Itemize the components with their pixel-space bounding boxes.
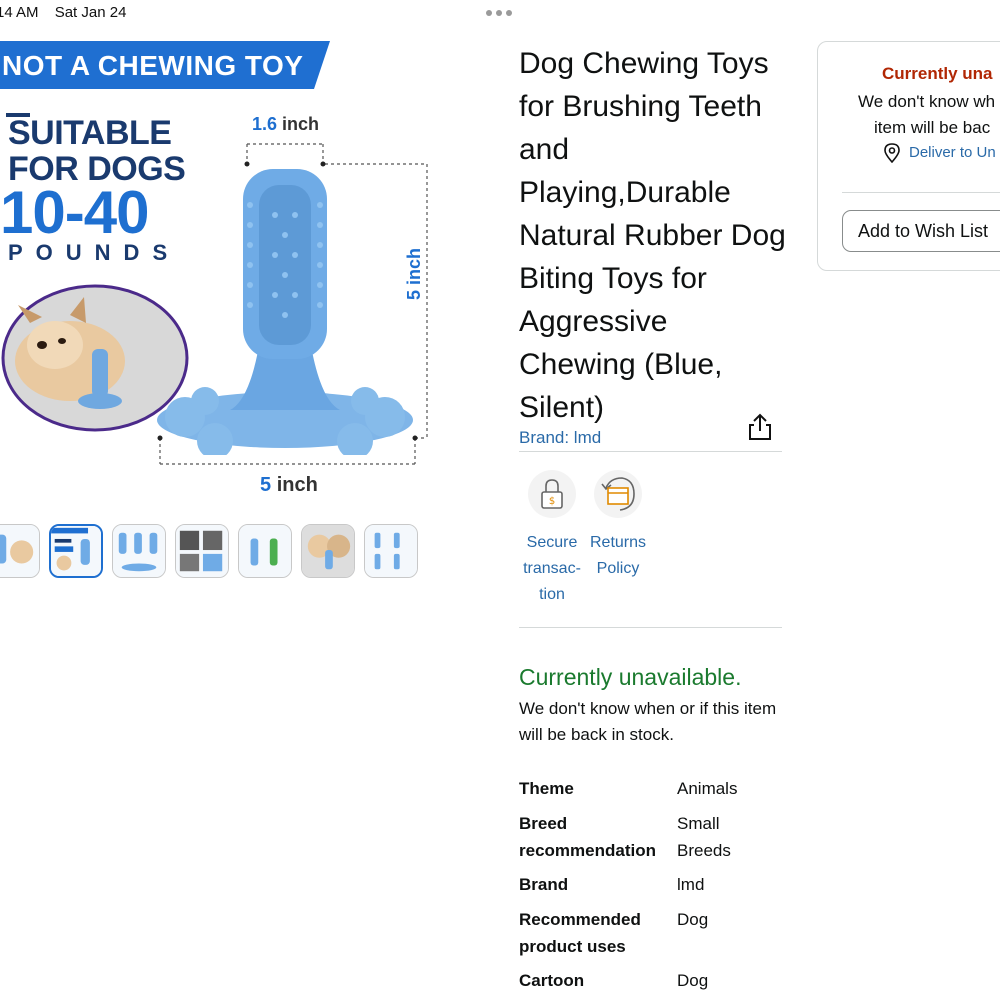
returns-policy-label[interactable]: Returns Policy bbox=[584, 530, 652, 582]
returns-policy-badge[interactable] bbox=[594, 470, 642, 518]
spec-value: Dog bbox=[677, 971, 709, 990]
weight-range: 10-40 bbox=[0, 179, 149, 246]
badge-label-line: Policy bbox=[596, 560, 640, 577]
dimension-top-label: 1.6 inch bbox=[252, 114, 319, 135]
spec-value: Animals bbox=[677, 779, 738, 798]
thumbnail[interactable] bbox=[364, 524, 418, 578]
dimension-bottom-label: 5 inch bbox=[260, 474, 318, 497]
spec-key: Theme bbox=[519, 779, 574, 798]
status-date: Sat Jan 24 bbox=[54, 4, 127, 21]
thumbnail[interactable] bbox=[301, 524, 355, 578]
chew-toy-graphic bbox=[157, 169, 413, 455]
location-pin-icon bbox=[884, 143, 900, 163]
buy-box-note-line-2: item will be bac bbox=[874, 118, 991, 137]
secure-transaction-label[interactable]: Secure transac- tion bbox=[522, 530, 582, 608]
dimension-height-value: 5 bbox=[404, 289, 424, 300]
buy-box-status: Currently una bbox=[882, 64, 993, 83]
returns-icon bbox=[601, 477, 635, 511]
thumbnail[interactable] bbox=[175, 524, 229, 578]
spec-value: Dog bbox=[677, 910, 709, 929]
availability-note: We don't know when or if this item will … bbox=[519, 699, 777, 744]
divider bbox=[519, 451, 782, 452]
dimension-top-value: 1.6 bbox=[252, 114, 278, 134]
spec-key: Recommended product uses bbox=[519, 910, 641, 956]
dimension-bottom-value: 5 bbox=[260, 474, 272, 496]
spec-value: lmd bbox=[677, 875, 705, 894]
banner-text: NOT A CHEWING TOY bbox=[2, 50, 304, 81]
thumbnail-strip bbox=[0, 524, 418, 578]
spec-key: Breed recommendation bbox=[519, 814, 656, 860]
dimension-top-unit: inch bbox=[282, 114, 320, 134]
buy-box-note-line-1: We don't know wh bbox=[858, 92, 996, 111]
badge-label-line: Returns bbox=[589, 534, 647, 551]
lock-icon: $ bbox=[541, 479, 563, 509]
brand-link[interactable]: Brand: lmd bbox=[519, 428, 601, 448]
divider bbox=[842, 192, 1000, 193]
thumbnail[interactable] bbox=[112, 524, 166, 578]
dimension-height-label: 5 inch bbox=[404, 248, 425, 300]
badge-label-line: tion bbox=[539, 586, 565, 603]
svg-text:$: $ bbox=[549, 496, 555, 507]
spec-value: Small Breeds bbox=[677, 814, 731, 860]
badge-label-line: transac- bbox=[523, 560, 581, 577]
spec-key: Brand bbox=[519, 875, 569, 894]
share-icon[interactable] bbox=[748, 413, 772, 441]
thumbnail[interactable] bbox=[49, 524, 103, 578]
status-bar: 14 AM Sat Jan 24 bbox=[0, 4, 126, 21]
multitask-dots-icon[interactable] bbox=[486, 10, 512, 16]
dimension-bottom-unit: inch bbox=[276, 474, 318, 496]
product-title: Dog Chewing Toys for Brushing Teeth and … bbox=[519, 47, 786, 424]
badge-label-line: Secure bbox=[526, 534, 578, 551]
dimension-height-unit: inch bbox=[404, 247, 424, 285]
divider bbox=[519, 627, 782, 628]
status-time: 14 AM bbox=[0, 4, 39, 21]
deliver-to-link[interactable]: Deliver to Un bbox=[909, 144, 996, 161]
spec-key: Cartoon bbox=[519, 971, 585, 990]
availability-status: Currently unavailable. bbox=[519, 664, 742, 690]
add-to-wish-list-button[interactable]: Add to Wish List bbox=[842, 210, 1000, 252]
secure-transaction-badge[interactable]: $ bbox=[528, 470, 576, 518]
thumbnail[interactable] bbox=[0, 524, 40, 578]
thumbnail[interactable] bbox=[238, 524, 292, 578]
